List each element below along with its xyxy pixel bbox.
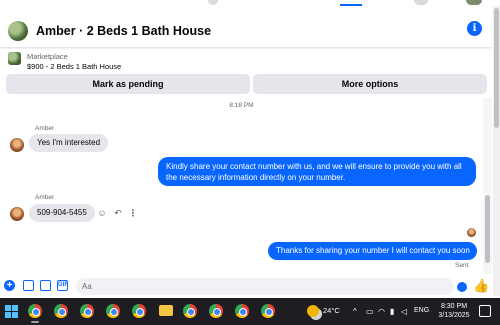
listing-thumbnail[interactable]	[8, 52, 21, 65]
react-emoji-icon[interactable]: ☺	[97, 208, 107, 218]
listing-avatar[interactable]	[8, 21, 28, 41]
sent-status: Sent	[455, 262, 469, 269]
message-list: 8:18 PM Amber Yes I'm interested Kindly …	[0, 98, 483, 274]
message-input[interactable]: Aa	[76, 278, 454, 295]
taskbar-running-indicator	[31, 321, 39, 323]
wifi-icon[interactable]: ◠	[378, 307, 385, 316]
read-receipt-avatar	[467, 228, 476, 237]
chrome-icon[interactable]	[209, 304, 223, 318]
chrome-icon[interactable]	[132, 304, 146, 318]
like-icon[interactable]: 👍	[473, 278, 489, 293]
plus-icon[interactable]: +	[4, 280, 15, 291]
image-icon[interactable]	[23, 280, 34, 291]
marketplace-label: Marketplace	[27, 52, 68, 61]
volume-icon[interactable]: ◁	[401, 307, 407, 316]
mark-as-pending-button[interactable]: Mark as pending	[6, 74, 250, 94]
more-options-button[interactable]: More options	[253, 74, 487, 94]
sender-avatar[interactable]	[10, 138, 24, 152]
sender-name: Amber	[35, 194, 55, 201]
clock[interactable]: 8:30 PM 3/13/2025	[436, 302, 472, 320]
message-composer: + GIF Aa 👍	[0, 274, 492, 298]
printer-icon[interactable]: ▭	[366, 307, 374, 316]
marketplace-panel: Marketplace $900 - 2 Beds 1 Bath House M…	[0, 49, 492, 97]
chrome-icon[interactable]	[235, 304, 249, 318]
windows-taskbar: 24°C ^ ▭ ◠ ▮ ◁ ENG 8:30 PM 3/13/2025	[0, 298, 500, 325]
file-explorer-icon[interactable]	[159, 305, 173, 316]
profile-avatar[interactable]	[466, 0, 482, 5]
gif-icon[interactable]: GIF	[57, 280, 68, 291]
battery-icon[interactable]: ▮	[390, 307, 394, 316]
outgoing-message[interactable]: Thanks for sharing your number I will co…	[268, 242, 477, 260]
tray-chevron-icon[interactable]: ^	[353, 307, 357, 316]
language-indicator[interactable]: ENG	[414, 307, 429, 314]
chat-scrollbar-thumb[interactable]	[485, 195, 490, 263]
sender-avatar[interactable]	[10, 207, 24, 221]
chrome-icon[interactable]	[261, 304, 275, 318]
outgoing-message-line: Kindly share your contact number with us…	[166, 162, 462, 171]
more-actions-icon[interactable]: ⋮	[128, 208, 138, 218]
message-timestamp: 8:18 PM	[229, 102, 254, 109]
info-icon[interactable]: i	[467, 21, 482, 36]
notification-icon[interactable]	[479, 305, 491, 317]
chrome-icon[interactable]	[80, 304, 94, 318]
outgoing-message[interactable]: Kindly share your contact number with us…	[158, 157, 476, 186]
incoming-message[interactable]: 509-904-5455	[29, 204, 95, 222]
page-scrollbar-thumb[interactable]	[494, 8, 499, 128]
clock-date: 3/13/2025	[438, 312, 470, 319]
clock-time: 8:30 PM	[440, 303, 468, 310]
listing-title[interactable]: $900 - 2 Beds 1 Bath House	[27, 62, 121, 71]
incoming-message[interactable]: Yes I'm interested	[29, 134, 109, 152]
chrome-icon[interactable]	[183, 304, 197, 318]
chrome-icon[interactable]	[54, 304, 68, 318]
reply-icon[interactable]: ↶	[113, 208, 123, 218]
menu-icon[interactable]	[414, 0, 428, 5]
chat-title[interactable]: Amber · 2 Beds 1 Bath House	[36, 24, 211, 38]
chat-header: Amber · 2 Beds 1 Bath House i	[0, 6, 492, 48]
chrome-icon[interactable]	[106, 304, 120, 318]
emoji-icon[interactable]	[457, 282, 467, 292]
sticker-icon[interactable]	[40, 280, 51, 291]
outgoing-message-line: the necessary information directly on yo…	[166, 173, 346, 182]
windows-start-icon[interactable]	[5, 305, 18, 318]
chrome-icon[interactable]	[28, 304, 42, 318]
temperature[interactable]: 24°C	[323, 306, 340, 315]
nav-icon[interactable]	[208, 0, 218, 5]
weather-icon[interactable]	[307, 305, 319, 317]
sender-name: Amber	[35, 125, 55, 132]
